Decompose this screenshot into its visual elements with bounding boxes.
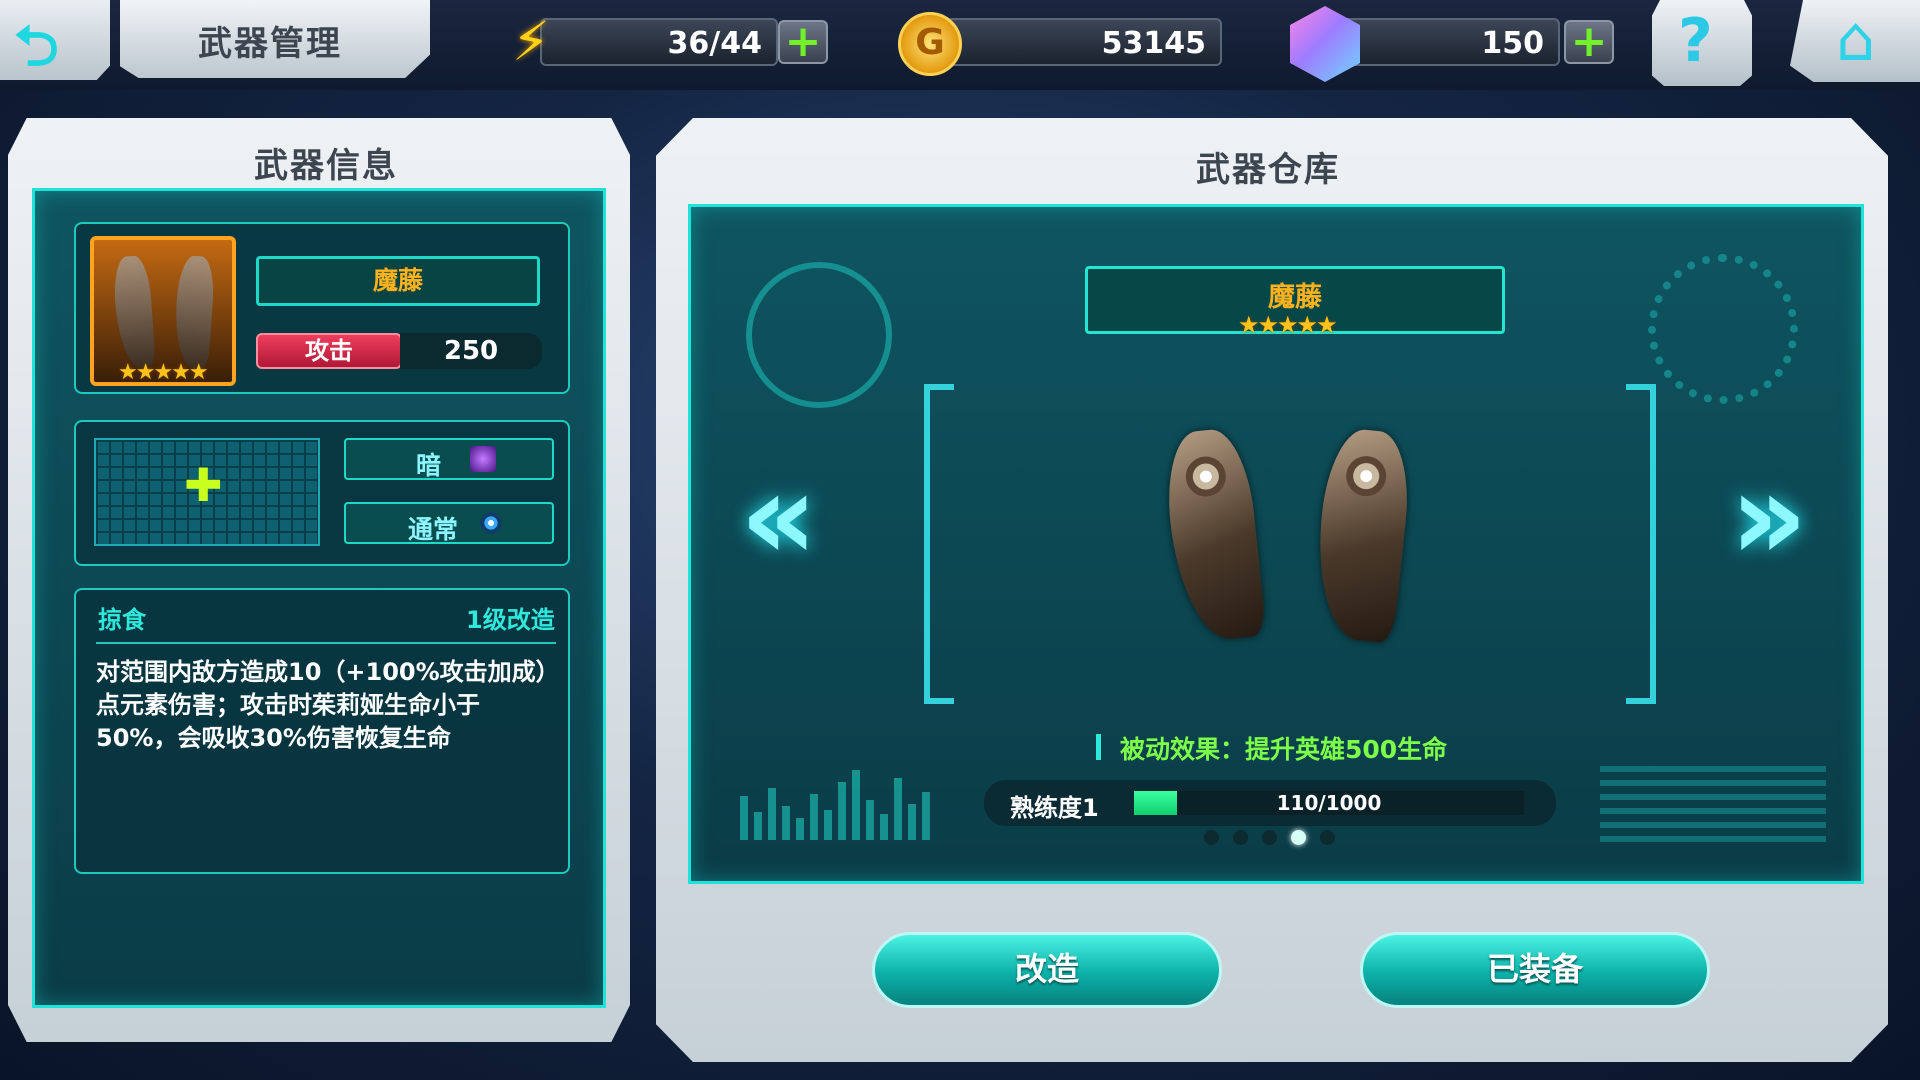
page-dot[interactable] xyxy=(1233,830,1248,845)
page-dot[interactable] xyxy=(1320,830,1335,845)
element-tag-label: 暗 xyxy=(416,451,442,480)
proficiency-text: 110/1000 xyxy=(1276,791,1382,815)
attack-value: 250 xyxy=(400,333,542,369)
page-indicator xyxy=(1204,830,1349,849)
hud-bar-graph xyxy=(740,770,936,850)
question-icon: ? xyxy=(1678,6,1713,76)
prev-weapon-arrow-icon[interactable]: « xyxy=(740,448,818,587)
skill-description: 对范围内敌方造成10（+100%攻击加成）点元素伤害；攻击时茱莉娅生命小于50%… xyxy=(96,658,548,752)
right-bracket-decoration xyxy=(1626,384,1656,704)
storage-weapon-name-plate: 魔藤 ★★★★★ xyxy=(1085,266,1505,339)
hud-lines-right xyxy=(1600,766,1826,846)
gem-counter: 150 xyxy=(1340,18,1560,66)
weapon-info-title: 武器信息 xyxy=(254,146,398,186)
next-weapon-arrow-icon[interactable]: » xyxy=(1730,448,1808,587)
screen-title-plate: 武器管理 xyxy=(120,0,430,78)
top-bar: ⮌ 武器管理 ⚡ 36/44 + 53145 G 150 + ? ⌂ xyxy=(0,0,1920,90)
weapon-thumbnail[interactable]: ★★★★★ xyxy=(90,236,236,386)
gem-value: 150 xyxy=(1481,26,1544,61)
weapon-name: 魔藤 xyxy=(372,266,423,295)
proficiency-bar: 熟练度1 110/1000 xyxy=(984,780,1556,826)
weapon-blade-left-icon xyxy=(112,254,156,370)
attack-range-grid: ✚ xyxy=(94,438,320,546)
normal-attack-icon xyxy=(480,512,502,534)
equipped-button[interactable]: 已装备 xyxy=(1360,932,1710,1008)
weapon-thumb-stars: ★★★★★ xyxy=(118,360,209,385)
page-dot[interactable] xyxy=(1291,830,1306,845)
home-button[interactable]: ⌂ xyxy=(1790,0,1920,82)
weapon-storage-title: 武器仓库 xyxy=(1196,150,1340,190)
passive-effect: 被动效果：提升英雄500生命 xyxy=(1120,735,1448,764)
lightning-icon: ⚡ xyxy=(512,10,550,73)
upgrade-button[interactable]: 改造 xyxy=(872,932,1222,1008)
help-button[interactable]: ? xyxy=(1652,0,1752,86)
proficiency-track: 110/1000 xyxy=(1134,791,1524,815)
skill-level: 1级改造 xyxy=(466,606,555,634)
gold-counter: 53145 xyxy=(946,18,1222,66)
home-icon: ⌂ xyxy=(1836,2,1876,75)
add-gem-button[interactable]: + xyxy=(1564,20,1614,64)
add-energy-button[interactable]: + xyxy=(778,20,828,64)
weapon-name-box: 魔藤 xyxy=(256,256,540,306)
hud-ring-right-icon xyxy=(1648,254,1798,404)
passive-marker xyxy=(1096,734,1101,760)
page-dot[interactable] xyxy=(1262,830,1277,845)
attack-type-tag: 通常 xyxy=(344,502,554,544)
page-dot[interactable] xyxy=(1204,830,1219,845)
skill-name: 掠食 xyxy=(98,606,146,634)
energy-value: 36/44 xyxy=(667,26,762,61)
left-bracket-decoration xyxy=(924,384,954,704)
gold-coin-icon: G xyxy=(898,12,962,76)
screen-title: 武器管理 xyxy=(198,24,342,64)
dark-element-icon xyxy=(470,446,496,472)
proficiency-label: 熟练度1 xyxy=(1010,794,1099,822)
weapon-blade-right-icon xyxy=(172,254,216,370)
storage-weapon-name: 魔藤 xyxy=(1268,282,1322,313)
gold-value: 53145 xyxy=(1101,26,1206,61)
back-arrow-icon: ⮌ xyxy=(14,14,59,79)
back-button[interactable]: ⮌ xyxy=(0,0,110,80)
attack-label: 攻击 xyxy=(256,333,402,369)
energy-counter: ⚡ 36/44 xyxy=(512,10,778,73)
element-tag: 暗 xyxy=(344,438,554,480)
storage-weapon-stars: ★★★★★ xyxy=(1238,311,1338,339)
attack-type-label: 通常 xyxy=(408,515,459,544)
hud-ring-left-icon xyxy=(746,262,892,408)
skill-divider xyxy=(96,642,556,644)
range-cross-icon: ✚ xyxy=(184,458,223,512)
